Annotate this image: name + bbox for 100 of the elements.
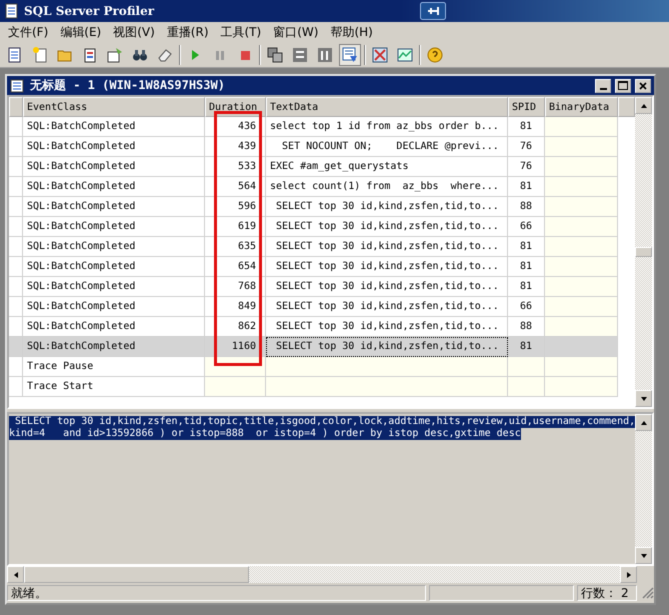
table-cell: SQL:BatchCompleted bbox=[23, 257, 205, 277]
scroll-left-button[interactable] bbox=[7, 566, 24, 583]
table-cell: 81 bbox=[508, 237, 545, 257]
close-button[interactable] bbox=[635, 78, 652, 92]
table-cell: 76 bbox=[508, 157, 545, 177]
table-cell: SQL:BatchCompleted bbox=[23, 197, 205, 217]
table-cell: 862 bbox=[205, 317, 266, 337]
row-selector[interactable] bbox=[9, 297, 23, 317]
row-selector[interactable] bbox=[9, 277, 23, 297]
table-cell: SELECT top 30 id,kind,zsfen,tid,to... bbox=[266, 317, 508, 337]
table-cell: 596 bbox=[205, 197, 266, 217]
row-selector[interactable] bbox=[9, 157, 23, 177]
trace-window-title: 无标题 - 1 (WIN-1W8AS97HS3W) bbox=[30, 77, 226, 94]
menu-item[interactable]: 帮助(H) bbox=[324, 24, 379, 40]
table-cell: SELECT top 30 id,kind,zsfen,tid,to... bbox=[266, 237, 508, 257]
pin-icon[interactable] bbox=[420, 2, 446, 20]
column-header[interactable]: BinaryData bbox=[545, 97, 618, 117]
vertical-scrollbar[interactable] bbox=[635, 414, 652, 564]
up-arrow-icon bbox=[640, 102, 648, 110]
scroll-down-button[interactable] bbox=[635, 547, 652, 564]
toolbar-button[interactable] bbox=[339, 44, 361, 66]
table-cell: SQL:BatchCompleted bbox=[23, 217, 205, 237]
table-cell: 1160 bbox=[205, 337, 266, 357]
table-cell bbox=[205, 377, 266, 397]
properties-icon bbox=[82, 46, 98, 62]
table-cell bbox=[508, 377, 545, 397]
table-cell: SET NOCOUNT ON; DECLARE @previ... bbox=[266, 137, 508, 157]
table-cell: 88 bbox=[508, 317, 545, 337]
table-cell: SELECT top 30 id,kind,zsfen,tid,to... bbox=[266, 197, 508, 217]
table-cell: 635 bbox=[205, 237, 266, 257]
scroll-down-button[interactable] bbox=[635, 390, 652, 407]
table-cell: 81 bbox=[508, 257, 545, 277]
left-arrow-icon bbox=[12, 570, 20, 578]
help-icon bbox=[427, 46, 443, 62]
row-selector[interactable] bbox=[9, 237, 23, 257]
row-selector[interactable] bbox=[9, 177, 23, 197]
table-cell: 66 bbox=[508, 217, 545, 237]
table-cell: 439 bbox=[205, 137, 266, 157]
table-cell: select top 1 id from az_bbs order b... bbox=[266, 117, 508, 137]
auto-scroll-icon bbox=[342, 46, 358, 62]
table-cell: SQL:BatchCompleted bbox=[23, 337, 205, 357]
row-selector[interactable] bbox=[9, 217, 23, 237]
vertical-scrollbar[interactable] bbox=[635, 97, 652, 407]
right-arrow-icon bbox=[624, 570, 633, 578]
down-arrow-icon bbox=[640, 552, 648, 560]
maximize-icon bbox=[618, 81, 628, 90]
table-cell: SQL:BatchCompleted bbox=[23, 297, 205, 317]
row-selector[interactable] bbox=[9, 137, 23, 157]
table-cell: 76 bbox=[508, 137, 545, 157]
lines-icon bbox=[292, 46, 308, 62]
table-cell: SELECT top 30 id,kind,zsfen,tid,to... bbox=[266, 277, 508, 297]
table-cell: 66 bbox=[508, 297, 545, 317]
scroll-thumb[interactable] bbox=[635, 247, 652, 257]
scroll-up-button[interactable] bbox=[635, 97, 652, 114]
minimize-icon bbox=[600, 88, 607, 90]
table-cell: 564 bbox=[205, 177, 266, 197]
row-count: 行数： 2 bbox=[577, 585, 638, 601]
menu-item[interactable]: 重播(R) bbox=[160, 24, 214, 40]
table-cell: 533 bbox=[205, 157, 266, 177]
table-cell: SQL:BatchCompleted bbox=[23, 277, 205, 297]
up-arrow-icon bbox=[640, 418, 648, 426]
table-cell: SQL:BatchCompleted bbox=[23, 157, 205, 177]
row-selector[interactable] bbox=[9, 377, 23, 397]
table-cell: SELECT top 30 id,kind,zsfen,tid,to... bbox=[266, 257, 508, 277]
new-document-icon bbox=[32, 46, 48, 62]
table-cell: 88 bbox=[508, 197, 545, 217]
table-cell: 436 bbox=[205, 117, 266, 137]
app-icon bbox=[4, 3, 20, 19]
menu-item[interactable]: 窗口(W) bbox=[267, 24, 324, 40]
horizontal-scrollbar[interactable] bbox=[7, 566, 654, 583]
status-message: 就绪。 bbox=[7, 585, 426, 601]
row-selector[interactable] bbox=[9, 357, 23, 377]
table-cell: Trace Pause bbox=[23, 357, 205, 377]
table-cell: EXEC #am_get_querystats bbox=[266, 157, 508, 177]
menu-item[interactable]: 工具(T) bbox=[214, 24, 268, 40]
column-header[interactable]: SPID bbox=[508, 97, 545, 117]
resize-grip-icon[interactable] bbox=[640, 585, 654, 599]
table-cell bbox=[508, 357, 545, 377]
row-selector[interactable] bbox=[9, 317, 23, 337]
table-cell: 768 bbox=[205, 277, 266, 297]
row-selector[interactable] bbox=[9, 257, 23, 277]
columns-icon bbox=[317, 46, 333, 62]
scroll-up-button[interactable] bbox=[635, 414, 652, 431]
column-header[interactable]: TextData bbox=[266, 97, 508, 117]
scroll-thumb[interactable] bbox=[24, 566, 249, 583]
row-selector[interactable] bbox=[9, 197, 23, 217]
row-selector[interactable] bbox=[9, 117, 23, 137]
table-cell: 849 bbox=[205, 297, 266, 317]
maximize-button[interactable] bbox=[615, 78, 632, 92]
table-cell: SQL:BatchCompleted bbox=[23, 177, 205, 197]
column-header[interactable]: EventClass bbox=[23, 97, 205, 117]
scroll-right-button[interactable] bbox=[620, 566, 638, 583]
menu-item[interactable]: 文件(F) bbox=[2, 24, 54, 40]
table-cell: 81 bbox=[508, 337, 545, 357]
cascade-windows-icon bbox=[267, 46, 283, 62]
minimize-button[interactable] bbox=[595, 78, 612, 92]
menu-item[interactable]: 视图(V) bbox=[107, 24, 161, 40]
menu-item[interactable]: 编辑(E) bbox=[54, 24, 108, 40]
table-cell: SQL:BatchCompleted bbox=[23, 137, 205, 157]
table-cell: 81 bbox=[508, 177, 545, 197]
